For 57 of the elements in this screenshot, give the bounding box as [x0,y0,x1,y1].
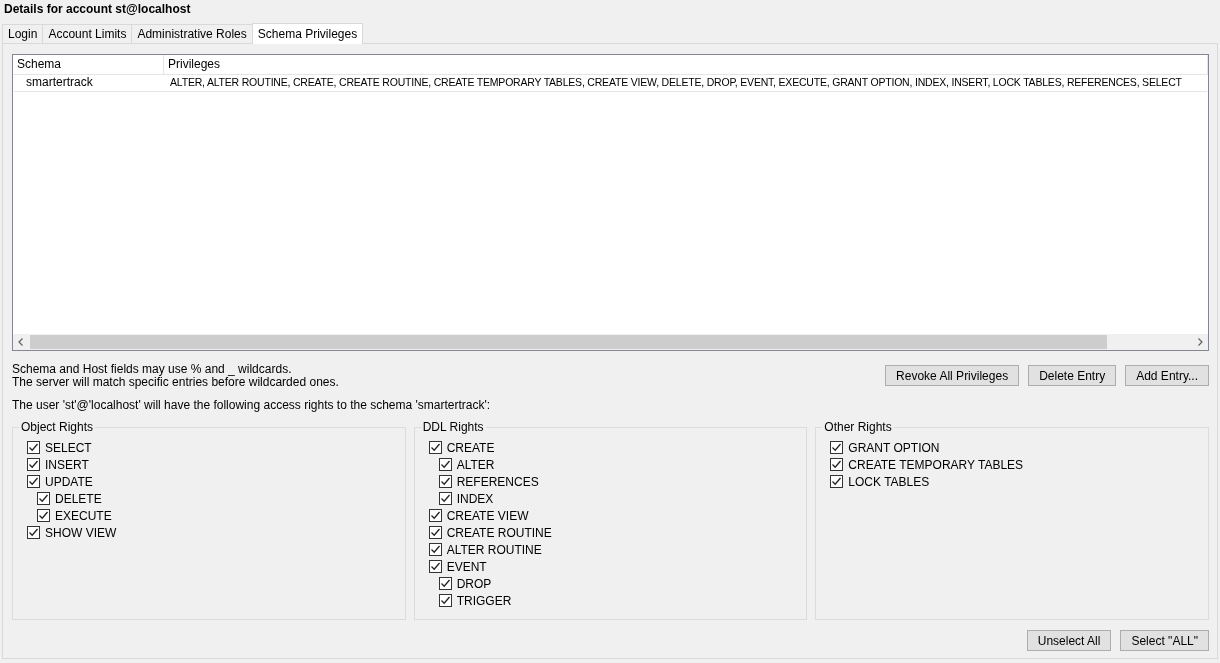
checkbox[interactable] [830,475,844,488]
select-button[interactable]: Select "ALL" [1120,630,1209,651]
select-button[interactable]: Unselect All [1026,630,1112,651]
checkbox-label: CREATE [446,440,495,455]
access-rights-note: The user 'st'@'localhost' will have the following access rights to the schema 'smartertrack': [12,398,492,414]
checkbox-label: CREATE ROUTINE [446,525,552,540]
group-title: Object Rights [20,420,95,434]
checkbox[interactable] [428,509,442,522]
checkbox-label: SHOW VIEW [45,525,117,540]
checkbox-label: LOCK TABLES [848,474,930,489]
checkbox[interactable] [438,475,452,488]
checkbox-label: UPDATE [45,474,93,489]
checkbox[interactable] [830,458,844,471]
checkbox-label: INSERT [45,457,89,472]
checkbox[interactable] [438,458,452,471]
checkbox[interactable] [438,492,452,505]
horizontal-scrollbar[interactable] [13,334,1208,350]
entry-button[interactable]: Add Entry... [1125,365,1209,386]
checkbox-label: REFERENCES [456,474,539,489]
checkbox-label: CREATE VIEW [446,508,529,523]
checkbox[interactable] [830,441,844,454]
tab[interactable]: Schema Privileges [251,23,364,44]
checkbox[interactable] [27,475,40,488]
checkbox-label: GRANT OPTION [848,440,940,455]
checkbox-label: DELETE [55,491,102,506]
checkbox[interactable] [27,526,40,539]
checkbox[interactable] [37,509,50,522]
checkbox[interactable] [27,441,40,454]
checkbox-label: CREATE TEMPORARY TABLES [848,457,1024,472]
column-header[interactable]: Schema [13,55,164,74]
checkbox[interactable] [438,594,452,607]
checkbox-label: ALTER ROUTINE [446,542,542,557]
group-title: Other Rights [823,420,893,434]
checkbox-label: EVENT [446,559,487,574]
checkbox[interactable] [428,526,442,539]
table-cell-text: smartertrack [25,75,94,91]
checkbox[interactable] [37,492,50,505]
checkbox-label: ALTER [456,457,495,472]
checkbox-label: EXECUTE [55,508,112,523]
group-title: DDL Rights [421,420,485,434]
entry-button[interactable]: Revoke All Privileges [885,365,1020,386]
entry-button[interactable]: Delete Entry [1028,365,1117,386]
checkbox[interactable] [27,458,40,471]
checkbox-label: TRIGGER [456,593,512,608]
checkbox[interactable] [428,560,442,573]
hint-text: The server will match specific entries before wildcarded ones. [12,376,339,389]
tab[interactable]: Login [2,24,44,43]
checkbox-label: SELECT [45,440,92,455]
hint-text: Schema and Host fields may use % and _ wildcards. [12,363,293,376]
checkbox-label: INDEX [456,491,494,506]
table-cell-text: ALTER, ALTER ROUTINE, CREATE, CREATE ROUTINE, CREATE TEMPORARY TABLES, CREATE VIEW, DELETE, DROP, EVENT, EXECUTE, GRANT OPTION, INDEX, INSERT, LOCK TABLES, REFERENCES, SELECT [169,75,1183,90]
checkbox[interactable] [438,577,452,590]
column-header[interactable]: Privileges [164,55,1208,74]
checkbox[interactable] [428,543,442,556]
window-title: Details for account st@localhost [3,2,192,18]
checkbox[interactable] [428,441,442,454]
checkbox-label: DROP [456,576,492,591]
